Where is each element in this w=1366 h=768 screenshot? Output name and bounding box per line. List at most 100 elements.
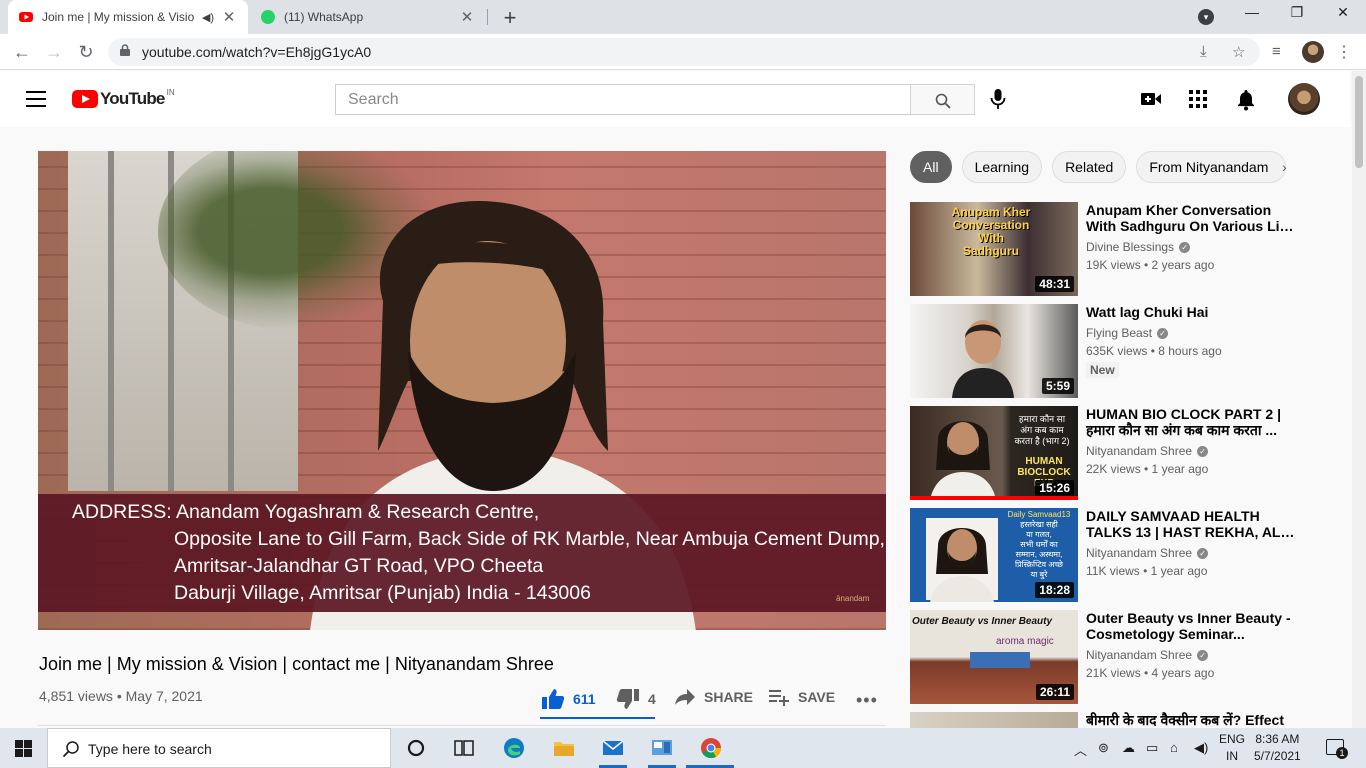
close-window-button[interactable]: ✕	[1328, 4, 1358, 21]
close-tab-icon[interactable]: ✕	[220, 8, 238, 26]
chip-related[interactable]: Related	[1052, 151, 1127, 183]
channel-name[interactable]: Flying Beast ✓	[1086, 326, 1169, 340]
onedrive-cloud-icon[interactable]: ☁	[1122, 740, 1135, 756]
page-scrollbar[interactable]	[1352, 71, 1366, 728]
battery-icon[interactable]: ▭	[1146, 740, 1158, 756]
input-language[interactable]: ENG IN	[1219, 731, 1245, 765]
minimize-button[interactable]: —	[1237, 4, 1267, 20]
video-thumbnail[interactable]: हमारा कौन सा अंग कब काम करता है (भाग 2) …	[910, 406, 1078, 500]
task-view-icon[interactable]	[452, 736, 476, 760]
taskbar-search-input[interactable]: Type here to search	[47, 728, 391, 768]
tab-separator	[487, 9, 488, 25]
media-control-icon[interactable]: ≡	[1272, 43, 1281, 60]
create-video-icon[interactable]	[1140, 89, 1162, 109]
channel-watermark: ānandam	[836, 594, 870, 603]
notification-count-badge: 1	[1336, 747, 1348, 759]
channel-name[interactable]: Nityanandam Shree ✓	[1086, 648, 1209, 662]
address-line-3: Amritsar-Jalandhar GT Road, VPO Cheeta	[174, 555, 544, 577]
thumbnail-person-figure	[930, 421, 996, 500]
chip-learning[interactable]: Learning	[961, 151, 1043, 183]
control-panel-icon[interactable]	[650, 736, 674, 760]
recommendation-title[interactable]: Outer Beauty vs Inner Beauty - Cosmetolo…	[1086, 610, 1298, 642]
channel-name[interactable]: Divine Blessings ✓	[1086, 240, 1191, 254]
country-code: IN	[166, 87, 175, 97]
network-icon[interactable]: ⌂	[1170, 740, 1178, 755]
recommendation-item[interactable]: 5:59 Watt lag Chuki Hai Flying Beast ✓ 63…	[910, 304, 1300, 398]
channel-name[interactable]: Nityanandam Shree ✓	[1086, 546, 1209, 560]
address-bar[interactable]: youtube.com/watch?v=Eh8jgG1ycA0 ⤓ ☆	[108, 38, 1260, 66]
tab-whatsapp[interactable]: (11) WhatsApp ✕	[250, 0, 486, 34]
video-thumbnail[interactable]: 5:59	[910, 304, 1078, 398]
apps-grid-icon[interactable]	[1188, 89, 1208, 109]
maximize-button[interactable]: ❐	[1282, 4, 1312, 21]
recommendation-item[interactable]: Outer Beauty vs Inner Beauty aroma magic…	[910, 610, 1300, 704]
people-icon[interactable]: ⊚	[1098, 740, 1109, 756]
tab-youtube[interactable]: Join me | My mission & Visio ◀) ✕	[8, 0, 248, 34]
file-explorer-icon[interactable]	[552, 736, 576, 760]
recommendation-title[interactable]: Anupam Kher Conversation With Sadhguru O…	[1086, 202, 1298, 234]
dislike-button[interactable]: 4	[616, 688, 656, 710]
recommendation-title[interactable]: बीमारी के बाद वैक्सीन कब लें? Effect	[1086, 712, 1298, 728]
recommendation-item[interactable]: Anupam Kher Conversation With Sadhguru 4…	[910, 202, 1300, 296]
recommendation-title[interactable]: DAILY SAMVAAD HEALTH TALKS 13 | HAST REK…	[1086, 508, 1298, 540]
youtube-logo[interactable]: YouTube IN	[72, 87, 175, 109]
thumb-text: aroma magic	[996, 636, 1054, 647]
install-app-icon[interactable]: ⤓	[1200, 43, 1207, 60]
profile-avatar[interactable]	[1302, 41, 1324, 63]
video-thumbnail[interactable]	[910, 712, 1078, 728]
search-input[interactable]: Search	[335, 84, 911, 115]
microphone-icon[interactable]	[988, 88, 1008, 110]
chrome-icon[interactable]	[699, 736, 723, 760]
thumbs-down-icon	[616, 689, 639, 709]
system-clock[interactable]: 8:36 AM 5/7/2021	[1254, 731, 1301, 765]
whatsapp-favicon-icon	[261, 10, 275, 24]
volume-icon[interactable]: ◀)	[1194, 740, 1208, 756]
recommendation-title[interactable]: Watt lag Chuki Hai	[1086, 304, 1298, 320]
bookmark-star-icon[interactable]: ☆	[1232, 43, 1245, 61]
chip-all[interactable]: All	[910, 151, 952, 183]
search-button[interactable]	[910, 84, 975, 115]
video-duration: 48:31	[1035, 276, 1074, 292]
show-hidden-icons-icon[interactable]: ︿	[1074, 740, 1087, 759]
recommendation-item[interactable]: बीमारी के बाद वैक्सीन कब लें? Effect	[910, 712, 1300, 728]
thumb-text: हस्तरेखा सही	[1020, 520, 1058, 529]
tab-search-icon[interactable]: ▾	[1198, 9, 1214, 25]
chip-from-channel[interactable]: From Nityanandam	[1136, 151, 1287, 183]
edge-browser-icon[interactable]	[502, 736, 526, 760]
chevron-right-icon[interactable]: ›	[1282, 159, 1287, 175]
more-actions-icon[interactable]: •••	[856, 690, 878, 711]
video-thumbnail[interactable]: Anupam Kher Conversation With Sadhguru 4…	[910, 202, 1078, 296]
chrome-menu-icon[interactable]: ⋮	[1336, 42, 1352, 62]
share-button[interactable]: SHARE	[674, 688, 753, 706]
speaker-icon[interactable]: ◀)	[202, 11, 214, 24]
menu-icon[interactable]	[26, 91, 46, 107]
like-button[interactable]: 611	[541, 688, 596, 710]
recommendation-item[interactable]: हमारा कौन सा अंग कब काम करता है (भाग 2) …	[910, 406, 1300, 500]
mail-icon[interactable]	[601, 736, 625, 760]
clock-time: 8:36 AM	[1255, 732, 1300, 746]
close-tab-icon[interactable]: ✕	[458, 8, 476, 26]
new-tab-button[interactable]: +	[498, 5, 522, 31]
thumb-text: Outer Beauty vs Inner Beauty	[912, 616, 1053, 627]
windows-start-icon[interactable]	[15, 740, 32, 757]
scrollbar-thumb[interactable]	[1355, 76, 1363, 168]
share-label: SHARE	[704, 689, 754, 705]
recommendation-item[interactable]: Daily Samvaad13 हस्तरेखा सही या गलत, सभी…	[910, 508, 1300, 602]
taskbar-search-placeholder: Type here to search	[88, 741, 212, 757]
thumb-text: हमारा कौन सा	[1018, 414, 1066, 424]
video-thumbnail[interactable]: Outer Beauty vs Inner Beauty aroma magic…	[910, 610, 1078, 704]
thumb-text: अंग कब काम	[1020, 425, 1064, 435]
new-badge: New	[1086, 362, 1119, 378]
save-button[interactable]: SAVE	[768, 688, 835, 706]
channel-name[interactable]: Nityanandam Shree ✓	[1086, 444, 1209, 458]
notifications-bell-icon[interactable]	[1236, 89, 1256, 111]
recommendation-title[interactable]: HUMAN BIO CLOCK PART 2 | हमारा कौन सा अं…	[1086, 406, 1298, 438]
forward-arrow-icon[interactable]: →	[42, 40, 66, 64]
address-line-1: ADDRESS: Anandam Yogashram & Research Ce…	[72, 501, 540, 523]
video-player[interactable]: ADDRESS: Anandam Yogashram & Research Ce…	[38, 151, 886, 630]
cortana-icon[interactable]	[404, 736, 428, 760]
reload-icon[interactable]: ↻	[74, 40, 98, 64]
video-thumbnail[interactable]: Daily Samvaad13 हस्तरेखा सही या गलत, सभी…	[910, 508, 1078, 602]
back-arrow-icon[interactable]: ←	[10, 40, 34, 64]
account-avatar[interactable]	[1288, 83, 1320, 115]
